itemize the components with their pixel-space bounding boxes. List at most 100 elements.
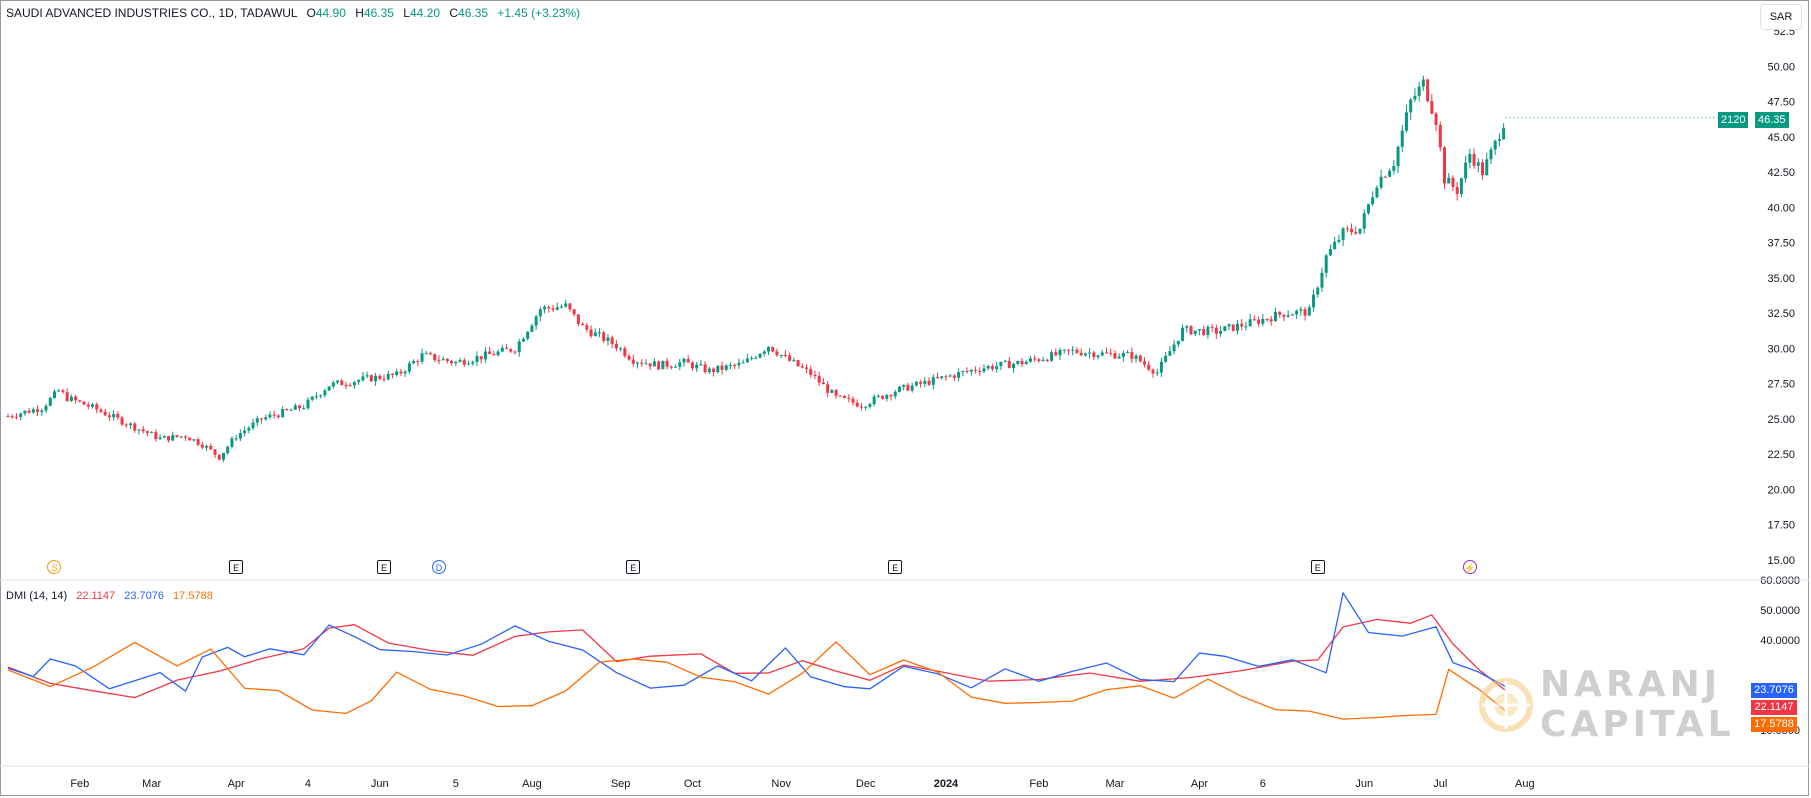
candle-body <box>1409 99 1413 113</box>
candle-body <box>323 390 327 396</box>
candle-body <box>171 435 175 441</box>
candle-body <box>369 375 373 382</box>
candle-body <box>99 409 103 412</box>
candle-body <box>112 414 116 418</box>
candle-body <box>65 392 69 401</box>
price-axis[interactable]: 52.550.0047.5045.0042.5040.0037.5035.003… <box>1767 26 1795 567</box>
close-value: 46.35 <box>458 6 489 20</box>
candle-body <box>872 396 876 405</box>
candle-body <box>1472 153 1476 166</box>
candle-body <box>593 332 597 337</box>
candle-body <box>167 436 171 441</box>
candle-body <box>838 395 842 397</box>
candle-body <box>1033 358 1037 360</box>
naranj-logo-icon <box>1479 678 1533 732</box>
candle-body <box>361 376 365 381</box>
time-tick-label: Aug <box>1515 778 1535 790</box>
candle-body <box>940 376 944 379</box>
candle-body <box>1016 360 1020 364</box>
time-tick-label: Feb <box>70 778 89 790</box>
candle-body <box>14 416 18 418</box>
candle-body <box>555 307 559 310</box>
candle-body <box>386 373 390 380</box>
time-axis[interactable]: Feb Mar Apr 4 Jun 5 Aug Sep Oct Nov Dec 2024 Feb Mar A… <box>70 778 1534 790</box>
candle-body <box>1176 340 1180 345</box>
candle-body <box>864 406 868 408</box>
candle-body <box>627 356 631 360</box>
candle-body <box>1138 355 1142 362</box>
event-marker[interactable]: ⚡ <box>1462 560 1477 574</box>
candle-body <box>1295 310 1299 315</box>
candle-body <box>1362 213 1366 229</box>
time-tick-label: Feb <box>1029 778 1048 790</box>
symbol-legend[interactable]: SAUDI ADVANCED INDUSTRIES CO., 1D, TADAW… <box>6 6 580 20</box>
candle-body <box>936 377 939 379</box>
dmi-badge-plus-di: 23.7076 <box>1751 683 1797 698</box>
time-tick-label: Mar <box>142 778 161 790</box>
candle-body <box>686 358 690 363</box>
candle-body <box>707 368 711 373</box>
time-tick-label: 4 <box>305 778 311 790</box>
currency-button[interactable]: SAR <box>1760 4 1802 30</box>
earnings-event-marker[interactable]: E <box>626 560 641 574</box>
candle-body <box>695 364 699 369</box>
candle-body <box>298 405 302 409</box>
earnings-event-marker[interactable]: E <box>888 560 903 574</box>
candle-body <box>986 366 990 369</box>
candle-body <box>264 417 268 420</box>
candle-body <box>1041 359 1045 361</box>
candle-body <box>855 402 859 407</box>
candle-body <box>403 371 407 374</box>
candle-body <box>1485 159 1489 176</box>
candle-body <box>1333 241 1337 250</box>
candle-body <box>606 337 610 342</box>
candle-body <box>631 359 635 364</box>
dmi-tick-label: 40.0000 <box>1760 635 1800 647</box>
candle-body <box>154 432 158 440</box>
candle-body <box>1214 327 1218 334</box>
candle-body <box>1455 186 1459 194</box>
event-marker[interactable]: D <box>431 560 446 574</box>
candle-body <box>509 348 513 352</box>
price-pane[interactable] <box>6 75 1745 462</box>
candle-body <box>441 358 445 361</box>
candle-body <box>771 346 775 352</box>
price-tick-label: 25.00 <box>1767 414 1795 426</box>
candle-body <box>919 381 923 384</box>
candle-body <box>293 405 297 410</box>
candle-body <box>471 361 475 364</box>
dmi-legend[interactable]: DMI (14, 14) 22.1147 23.7076 17.5788 <box>6 590 213 602</box>
candle-body <box>150 432 154 434</box>
earnings-event-marker[interactable]: E <box>377 560 392 574</box>
candle-body <box>1231 324 1235 331</box>
candle-body <box>1468 153 1472 163</box>
candle-body <box>213 449 217 455</box>
candle-body <box>788 355 792 361</box>
earnings-event-marker[interactable]: E <box>229 560 244 574</box>
candle-body <box>1459 178 1463 194</box>
candle-body <box>19 413 23 418</box>
candle-body <box>1054 352 1058 356</box>
candle-body <box>1493 140 1497 150</box>
candle-body <box>1383 176 1387 178</box>
earnings-event-marker[interactable]: E <box>1310 560 1325 574</box>
candle-body <box>1020 360 1024 365</box>
candle-body <box>957 372 961 378</box>
candle-body <box>390 373 394 375</box>
candle-body <box>716 365 720 373</box>
candle-body <box>188 437 192 441</box>
candle-body <box>1172 344 1176 352</box>
dmi-pane[interactable] <box>7 591 1506 720</box>
candle-body <box>1159 361 1163 373</box>
candle-body <box>851 398 855 403</box>
candle-body <box>1206 326 1210 335</box>
candle-body <box>1012 363 1016 369</box>
candle-body <box>1168 351 1172 356</box>
candle-body <box>952 375 956 378</box>
candle-body <box>192 439 196 441</box>
candle-body <box>623 348 627 357</box>
candle-body <box>720 365 724 370</box>
candle-body <box>1286 315 1290 317</box>
candle-body <box>796 360 800 367</box>
candle-body <box>868 404 872 407</box>
